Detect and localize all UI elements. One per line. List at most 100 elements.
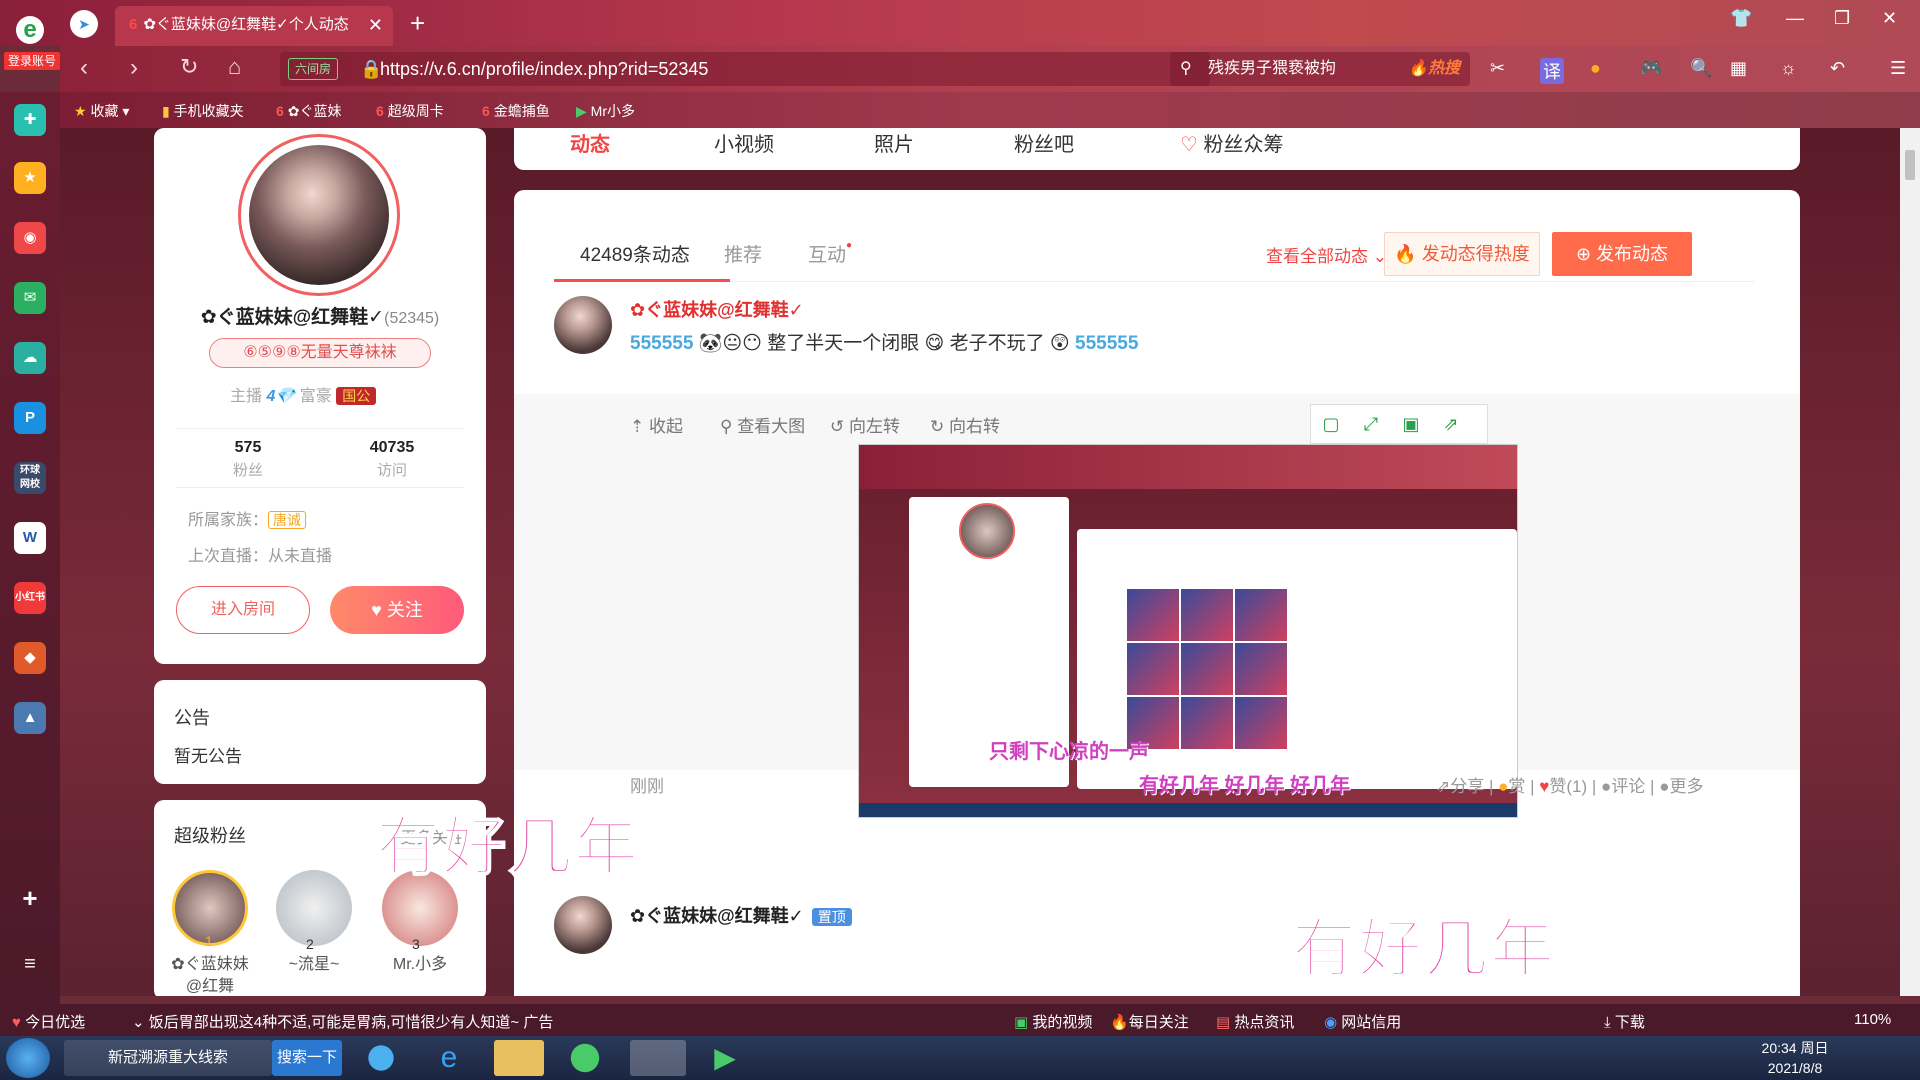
post-author[interactable]: ✿ぐ蓝妹妹@红舞鞋✓ bbox=[630, 296, 804, 322]
new-tab-button[interactable]: + bbox=[410, 6, 425, 40]
sidebar-game2-icon[interactable]: ▲ bbox=[14, 702, 46, 734]
tab-fan-bar[interactable]: 粉丝吧 bbox=[1014, 128, 1074, 157]
tab-recommend[interactable]: 推荐 bbox=[724, 240, 762, 267]
taskbar-player-icon[interactable]: ▶ bbox=[700, 1040, 750, 1076]
close-window-icon[interactable]: ✕ bbox=[1882, 8, 1897, 29]
taskbar-search-button[interactable]: 搜索一下 bbox=[272, 1040, 342, 1076]
bookmark-mobile[interactable]: ▮ 手机收藏夹 bbox=[162, 101, 244, 121]
copy-icon[interactable]: ▢ bbox=[1311, 405, 1351, 443]
back-icon[interactable]: ‹ bbox=[80, 54, 88, 82]
collapse-button[interactable]: ⇡ 收起 bbox=[630, 412, 683, 437]
sidebar-sports-icon[interactable]: 环球 网校 bbox=[14, 462, 46, 494]
super-fan-item[interactable]: 2 ~流星~ bbox=[274, 870, 354, 976]
share-button[interactable]: ⇗分享 bbox=[1436, 777, 1484, 796]
site-credit[interactable]: ◉ 网站信用 bbox=[1324, 1011, 1401, 1032]
search-input[interactable]: ⚲ 残疾男子猥亵被拘 🔥热搜 bbox=[1170, 52, 1470, 86]
post-image[interactable]: 只剩下心凉的一声 有好几年 好几年 好几年 bbox=[858, 444, 1518, 818]
minimize-icon[interactable]: — bbox=[1786, 8, 1804, 29]
taskbar-k-icon[interactable] bbox=[356, 1040, 406, 1076]
tab-all-posts[interactable]: 42489条动态 bbox=[580, 240, 690, 267]
downloads[interactable]: ⤓ 下载 bbox=[1604, 1011, 1645, 1032]
sidebar-add-icon[interactable]: + bbox=[14, 882, 46, 914]
magnifier-icon[interactable]: 🔍 bbox=[1690, 58, 1712, 79]
navigate-icon[interactable]: ➤ bbox=[70, 10, 98, 38]
news-ticker[interactable]: ⌄ 饭后胃部出现这4种不适,可能是胃病,可惜很少有人知道~ 广告 bbox=[132, 1011, 553, 1032]
sidebar-p-icon[interactable]: P bbox=[14, 402, 46, 434]
rotate-left-button[interactable]: ↺ 向左转 bbox=[830, 412, 900, 437]
taskbar-browser-icon[interactable] bbox=[560, 1040, 610, 1076]
more-button[interactable]: ●更多 bbox=[1659, 777, 1703, 796]
sidebar-cloud-icon[interactable]: ☁ bbox=[14, 342, 46, 374]
page-scrollbar[interactable] bbox=[1900, 128, 1920, 996]
family-badge[interactable]: 唐诚 bbox=[268, 511, 307, 529]
my-videos[interactable]: ▣ 我的视频 bbox=[1014, 1011, 1092, 1032]
settings-sun-icon[interactable]: ☼ bbox=[1780, 58, 1797, 79]
hot-news[interactable]: ▤ 热点资讯 bbox=[1216, 1011, 1294, 1032]
like-button[interactable]: ♥赞(1) bbox=[1539, 777, 1587, 796]
game-icon[interactable]: 🎮 bbox=[1640, 58, 1662, 79]
taskbar-ie-search[interactable]: 新冠溯源重大线索 bbox=[64, 1040, 272, 1076]
menu-icon[interactable]: ☰ bbox=[1890, 58, 1906, 79]
sidebar-weibo-icon[interactable]: ◉ bbox=[14, 222, 46, 254]
publish-post-button[interactable]: ⊕ 发布动态 bbox=[1552, 232, 1692, 276]
sidebar-plus-app-icon[interactable]: ✚ bbox=[14, 104, 46, 136]
share-icon[interactable]: ⇗ bbox=[1431, 405, 1471, 443]
post-avatar[interactable] bbox=[554, 896, 612, 954]
reward-button[interactable]: ●赏 bbox=[1498, 777, 1525, 796]
sidebar-word-icon[interactable]: W bbox=[14, 522, 46, 554]
translate-icon[interactable]: 译 bbox=[1540, 58, 1564, 84]
enter-room-button[interactable]: 进入房间 bbox=[176, 586, 310, 634]
sidebar-favorites-icon[interactable]: ★ bbox=[14, 162, 46, 194]
close-tab-icon[interactable]: ✕ bbox=[368, 6, 383, 44]
today-picks[interactable]: ♥ 今日优选 bbox=[12, 1011, 85, 1032]
profile-avatar[interactable] bbox=[238, 134, 400, 296]
fans-stat[interactable]: 575 粉丝 bbox=[176, 439, 320, 480]
taskbar-active-app-icon[interactable] bbox=[630, 1040, 686, 1076]
scissors-icon[interactable]: ✂ bbox=[1490, 58, 1505, 79]
start-button[interactable] bbox=[6, 1038, 50, 1078]
maximize-icon[interactable]: ❐ bbox=[1834, 8, 1850, 29]
bookmark-favorites[interactable]: ★ 收藏 ▾ bbox=[74, 101, 129, 121]
url-input[interactable]: 六间房 🔒 https://v.6.cn/profile/index.php?r… bbox=[280, 52, 1210, 86]
scrollbar-thumb[interactable] bbox=[1905, 150, 1915, 180]
rotate-right-button[interactable]: ↻ 向右转 bbox=[930, 412, 1000, 437]
post-for-heat-button[interactable]: 🔥 发动态得热度 bbox=[1384, 232, 1540, 276]
fullscreen-icon[interactable]: ⤢ bbox=[1351, 405, 1391, 443]
bookmark-mr-xiaoduo[interactable]: ▶ Mr小多 bbox=[576, 101, 635, 121]
shirt-skin-icon[interactable]: 👕 bbox=[1730, 8, 1752, 29]
grid-icon[interactable]: ▦ bbox=[1730, 58, 1747, 79]
sidebar-game-icon[interactable]: ◆ bbox=[14, 642, 46, 674]
taskbar-ie-icon[interactable]: e bbox=[424, 1040, 474, 1076]
super-fan-item[interactable]: 1 ✿ぐ蓝妹妹@红舞 bbox=[170, 870, 250, 996]
post-author[interactable]: ✿ぐ蓝妹妹@红舞鞋✓ 置顶 bbox=[630, 902, 852, 928]
sidebar-xiaohongshu-icon[interactable]: 小红书 bbox=[14, 582, 46, 614]
coin-icon[interactable]: ● bbox=[1590, 58, 1601, 79]
view-all-posts-dropdown[interactable]: 查看全部动态 ⌄ bbox=[1266, 242, 1387, 267]
comment-button[interactable]: ●评论 bbox=[1601, 777, 1645, 796]
zoom-level[interactable]: 110% bbox=[1854, 1011, 1891, 1028]
sidebar-mail-icon[interactable]: ✉ bbox=[14, 282, 46, 314]
login-account-label[interactable]: 登录账号 bbox=[4, 52, 60, 70]
tab-interaction[interactable]: 互动● bbox=[808, 240, 852, 267]
sidebar-list-icon[interactable]: ≡ bbox=[14, 948, 46, 980]
tab-crowdfunding[interactable]: ♡ 粉丝众筹 bbox=[1180, 128, 1284, 157]
tab-short-video[interactable]: 小视频 bbox=[714, 128, 774, 157]
bookmark-weekly-card[interactable]: 6 超级周卡 bbox=[376, 101, 444, 121]
refresh-icon[interactable]: ↻ bbox=[180, 54, 198, 80]
undo-icon[interactable]: ↶ bbox=[1830, 58, 1845, 79]
forward-icon[interactable]: › bbox=[130, 54, 138, 82]
home-icon[interactable]: ⌂ bbox=[228, 54, 241, 80]
follow-button[interactable]: ♥ 关注 bbox=[330, 586, 464, 634]
active-tab[interactable]: 6 ✿ぐ蓝妹妹@红舞鞋✓个人动态 ✕ bbox=[115, 6, 393, 46]
tab-feed[interactable]: 动态 bbox=[570, 128, 610, 157]
tab-photos[interactable]: 照片 bbox=[874, 128, 914, 157]
post-avatar[interactable] bbox=[554, 296, 612, 354]
taskbar-folder-icon[interactable] bbox=[494, 1040, 544, 1076]
system-clock[interactable]: 20:34 周日 2021/8/8 bbox=[1750, 1038, 1840, 1078]
browser-logo[interactable]: e 登录账号 bbox=[4, 10, 60, 72]
bookmark-fishing[interactable]: 6 金蟾捕鱼 bbox=[482, 101, 550, 121]
daily-follow[interactable]: 🔥每日关注 bbox=[1110, 1011, 1189, 1032]
bookmark-profile[interactable]: 6 ✿ぐ蓝妹 bbox=[276, 101, 342, 121]
view-large-button[interactable]: ⚲ 查看大图 bbox=[720, 412, 805, 437]
save-icon[interactable]: ▣ bbox=[1391, 405, 1431, 443]
